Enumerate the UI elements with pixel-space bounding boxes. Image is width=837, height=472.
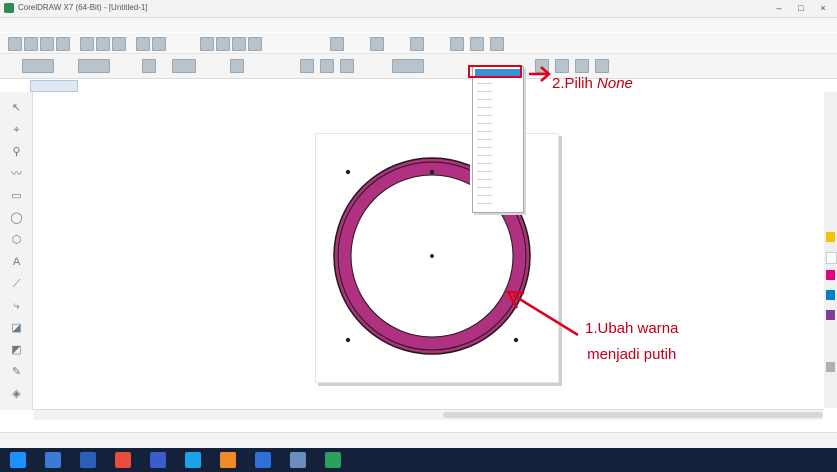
dropdown-option[interactable]: ——— [477,145,492,151]
selection-handle[interactable] [513,337,519,343]
dropdown-option[interactable]: ——— [477,177,492,183]
annotation-step-2-emphasis: None [597,75,633,92]
annotation-step-1-line-1: 1.Ubah warna [585,320,679,337]
outline-width-dropdown[interactable]: ——— ——— ——— ——— ——— ——— ——— ——— ——— ——— … [472,66,524,213]
dropdown-option[interactable]: ——— [477,185,492,191]
dropdown-option[interactable]: ——— [477,161,492,167]
annotation-step-1-line-2: menjadi putih [587,346,677,363]
drawing-overlay [333,66,579,355]
dropdown-option[interactable]: ——— [477,81,492,87]
annotation-step-1: 1.Ubah warna menjadi putih [585,316,678,368]
arrow-to-ring [505,290,579,337]
annotation-step-2: 2.Pilih None [552,75,633,92]
dropdown-option[interactable]: ——— [477,169,492,175]
dropdown-option[interactable]: ——— [477,113,492,119]
dropdown-option[interactable]: ——— [477,193,492,199]
arrow-to-none-option [529,66,551,82]
dropdown-option[interactable]: ——— [477,121,492,127]
dropdown-option[interactable]: ——— [477,153,492,159]
selection-handle[interactable] [345,169,351,175]
annotation-step-2-text: 2.Pilih [552,75,598,92]
dropdown-option[interactable]: ——— [477,201,492,207]
dropdown-option[interactable]: ——— [477,137,492,143]
selection-handle[interactable] [429,169,435,175]
dropdown-option[interactable]: ——— [477,89,492,95]
selection-handle[interactable] [345,337,351,343]
dropdown-option[interactable]: ——— [477,97,492,103]
center-handle[interactable] [430,254,434,258]
highlight-box-none-option [468,65,522,78]
dropdown-option[interactable]: ——— [477,129,492,135]
dropdown-option[interactable]: ——— [477,105,492,111]
